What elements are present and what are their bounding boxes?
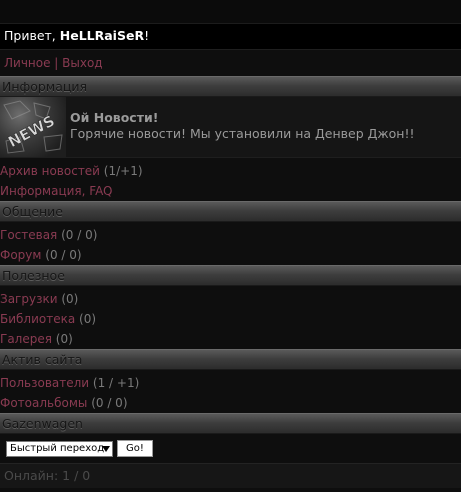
quick-jump-select[interactable]: Быстрый переход — [6, 441, 113, 457]
list-item: Информация, FAQ — [0, 181, 461, 201]
news-stamp-text: NEWS — [5, 112, 58, 151]
top-strip — [0, 0, 461, 24]
forum-link[interactable]: Форум — [0, 248, 41, 262]
useful-links: Загрузки (0) Библиотека (0) Галерея (0) — [0, 286, 461, 349]
section-header-social: Общение — [0, 201, 461, 222]
greeting-suffix: ! — [144, 28, 150, 43]
section-header-activity: Актив сайта — [0, 349, 461, 370]
quick-jump-selected: Быстрый переход — [10, 443, 105, 454]
library-count: (0) — [75, 312, 97, 326]
list-item: Фотоальбомы (0 / 0) — [0, 393, 461, 413]
users-link[interactable]: Пользователи — [0, 376, 89, 390]
section-header-useful: Полезное — [0, 265, 461, 286]
photo-albums-count: (0 / 0) — [87, 396, 128, 410]
social-links: Гостевая (0 / 0) Форум (0 / 0) — [0, 222, 461, 265]
link-separator: | — [50, 56, 63, 70]
downloads-count: (0) — [57, 292, 79, 306]
list-item: Загрузки (0) — [0, 289, 461, 309]
news-block: NEWS Ой Новости! Горячие новости! Мы уст… — [0, 97, 461, 158]
list-item: Гостевая (0 / 0) — [0, 225, 461, 245]
news-stamp-icon: NEWS — [3, 100, 63, 154]
news-title: Ой Новости! — [70, 110, 159, 125]
logout-link[interactable]: Выход — [62, 56, 102, 70]
list-item: Форум (0 / 0) — [0, 245, 461, 265]
gallery-count: (0) — [51, 332, 73, 346]
guestbook-count: (0 / 0) — [57, 228, 98, 242]
go-button[interactable]: Go! — [117, 440, 153, 457]
photo-albums-link[interactable]: Фотоальбомы — [0, 396, 87, 410]
list-item: Библиотека (0) — [0, 309, 461, 329]
online-counter: Онлайн: 1 / 0 — [0, 463, 461, 488]
library-link[interactable]: Библиотека — [0, 312, 75, 326]
gallery-link[interactable]: Галерея — [0, 332, 52, 346]
users-count: (1 / +1) — [89, 376, 140, 390]
downloads-link[interactable]: Загрузки — [0, 292, 58, 306]
user-links: Личное | Выход — [0, 50, 461, 76]
list-item: Галерея (0) — [0, 329, 461, 349]
greeting-bar: Привет, HeLLRaiSeR! — [0, 24, 461, 50]
list-item: Архив новостей (1/+1) — [0, 161, 461, 181]
news-archive-link[interactable]: Архив новостей — [0, 164, 100, 178]
forum-count: (0 / 0) — [41, 248, 82, 262]
username: HeLLRaiSeR — [59, 28, 145, 43]
news-text: Горячие новости! Мы установили на Денвер… — [70, 126, 415, 141]
news-archive-count: (1/+1) — [99, 164, 143, 178]
activity-links: Пользователи (1 / +1) Фотоальбомы (0 / 0… — [0, 370, 461, 413]
faq-link[interactable]: Информация, FAQ — [0, 184, 113, 198]
section-header-gazenwagen: Gazenwagen — [0, 413, 461, 434]
guestbook-link[interactable]: Гостевая — [0, 228, 57, 242]
info-links: Архив новостей (1/+1) Информация, FAQ — [0, 158, 461, 201]
greeting-prefix: Привет, — [4, 28, 60, 43]
news-image: NEWS — [0, 97, 66, 157]
list-item: Пользователи (1 / +1) — [0, 373, 461, 393]
quick-jump-form: Быстрый переход Go! — [0, 434, 461, 463]
personal-link[interactable]: Личное — [4, 56, 50, 70]
section-header-info: Информация — [0, 76, 461, 97]
chevron-down-icon — [102, 446, 110, 452]
